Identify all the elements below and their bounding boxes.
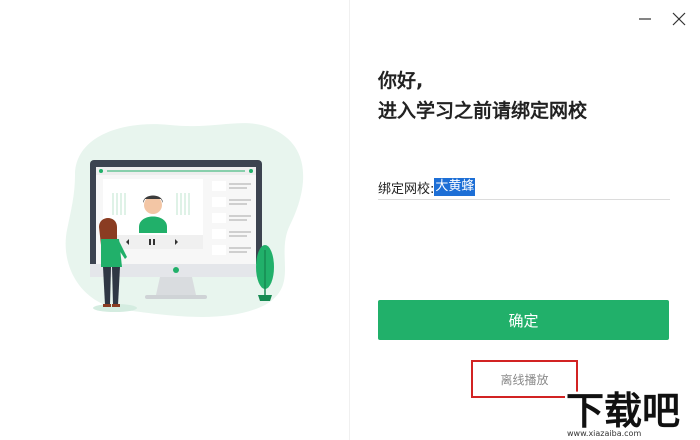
close-button[interactable]	[668, 8, 690, 30]
school-field[interactable]: 绑定网校: 大黄蜂	[378, 175, 670, 199]
watermark-url: www.xiazaiba.com	[567, 429, 641, 438]
greeting-line-1: 你好,	[378, 70, 424, 92]
school-field-input[interactable]: 大黄蜂	[434, 178, 476, 196]
online-learning-illustration	[65, 123, 304, 317]
close-icon	[672, 12, 686, 26]
minimize-icon	[639, 18, 651, 20]
watermark-logo-text: 下载吧	[566, 389, 680, 433]
confirm-button[interactable]: 确定	[378, 300, 669, 340]
offline-play-link[interactable]: 离线播放	[500, 371, 548, 388]
minimize-button[interactable]	[634, 8, 656, 30]
school-field-label: 绑定网校:	[378, 181, 435, 197]
panel-divider	[349, 0, 350, 440]
xiazaiba-watermark: 下载吧 下载吧 www.xiazaiba.com	[565, 387, 683, 439]
greeting-heading: 你好, 进入学习之前请绑定网校	[378, 66, 678, 126]
bind-school-window: 你好, 进入学习之前请绑定网校 绑定网校: 大黄蜂 确定 离线播放 下载吧 下载…	[0, 0, 700, 440]
greeting-line-2: 进入学习之前请绑定网校	[378, 100, 588, 122]
school-field-underline	[378, 199, 670, 200]
offline-play-highlight-box: 离线播放	[471, 360, 578, 398]
